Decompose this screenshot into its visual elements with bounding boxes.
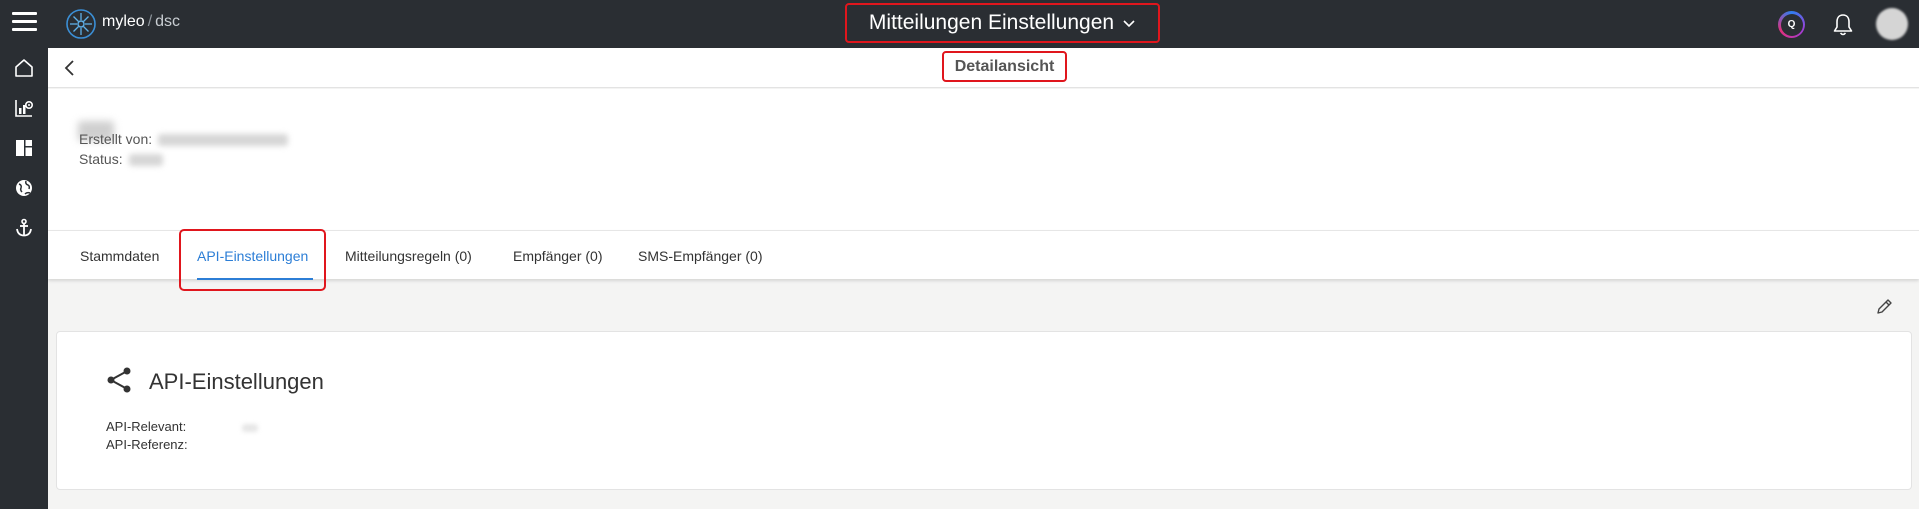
api-reference-row: API-Referenz:	[106, 437, 188, 452]
home-icon	[15, 59, 33, 77]
created-by-row: Erstellt von:	[79, 131, 289, 147]
rail-item-globe[interactable]	[0, 168, 48, 208]
globe-icon	[16, 180, 32, 196]
anchor-icon	[16, 218, 32, 237]
tab-sms-empfaenger[interactable]: SMS-Empfänger (0)	[638, 231, 762, 280]
api-relevant-value-redacted	[242, 423, 259, 432]
pencil-icon[interactable]	[1874, 297, 1894, 317]
tab-empfaenger[interactable]: Empfänger (0)	[513, 231, 602, 280]
status-value-redacted	[128, 154, 163, 167]
status-label: Status:	[79, 151, 123, 167]
brand-separator: /	[147, 13, 153, 30]
hamburger-icon[interactable]	[12, 12, 37, 34]
tab-bar: Stammdaten API-Einstellungen Mitteilungs…	[48, 230, 1919, 279]
bell-icon[interactable]	[1830, 12, 1856, 38]
chevron-left-icon[interactable]	[60, 58, 80, 78]
api-relevant-row: API-Relevant:	[106, 419, 259, 434]
active-tab-highlight	[179, 229, 326, 291]
rail-item-dashboard[interactable]	[0, 128, 48, 168]
brand-sub: dsc	[155, 13, 181, 30]
q-button-label: Q	[1780, 13, 1803, 36]
detail-header: Detailansicht	[48, 48, 1919, 88]
share-icon	[107, 367, 131, 393]
module-title-dropdown[interactable]: Mitteilungen Einstellungen	[845, 3, 1160, 43]
q-assistant-button[interactable]: Q	[1778, 11, 1805, 38]
chevron-down-icon	[1123, 20, 1135, 28]
detail-title: Detailansicht	[954, 57, 1055, 75]
rail-item-anchor[interactable]	[0, 208, 48, 248]
created-by-value-redacted	[158, 134, 289, 147]
card-title: API-Einstellungen	[149, 369, 324, 394]
api-relevant-label: API-Relevant:	[106, 419, 187, 434]
chart-settings-icon	[15, 100, 34, 117]
dashboard-icon	[16, 140, 32, 156]
brand-name: myleo / dsc	[102, 13, 180, 31]
left-navigation-rail	[0, 48, 48, 509]
user-avatar[interactable]	[1876, 8, 1908, 40]
tab-mitteilungsregeln[interactable]: Mitteilungsregeln (0)	[345, 231, 472, 280]
tab-stammdaten[interactable]: Stammdaten	[80, 231, 159, 280]
api-settings-card: API-Einstellungen API-Relevant: API-Refe…	[56, 331, 1912, 490]
api-reference-label: API-Referenz:	[106, 437, 188, 452]
detail-title-highlight: Detailansicht	[942, 51, 1067, 82]
module-title: Mitteilungen Einstellungen	[868, 11, 1115, 34]
brand-main: myleo	[102, 13, 145, 30]
status-row: Status:	[79, 151, 163, 167]
myleo-logo-icon[interactable]	[64, 7, 98, 41]
created-by-label: Erstellt von:	[79, 131, 153, 147]
rail-item-analytics[interactable]	[0, 88, 48, 128]
record-info: Erstellt von: Status:	[48, 89, 1919, 230]
top-bar: myleo / dsc Mitteilungen Einstellungen Q	[0, 0, 1919, 48]
rail-item-home[interactable]	[0, 48, 48, 88]
